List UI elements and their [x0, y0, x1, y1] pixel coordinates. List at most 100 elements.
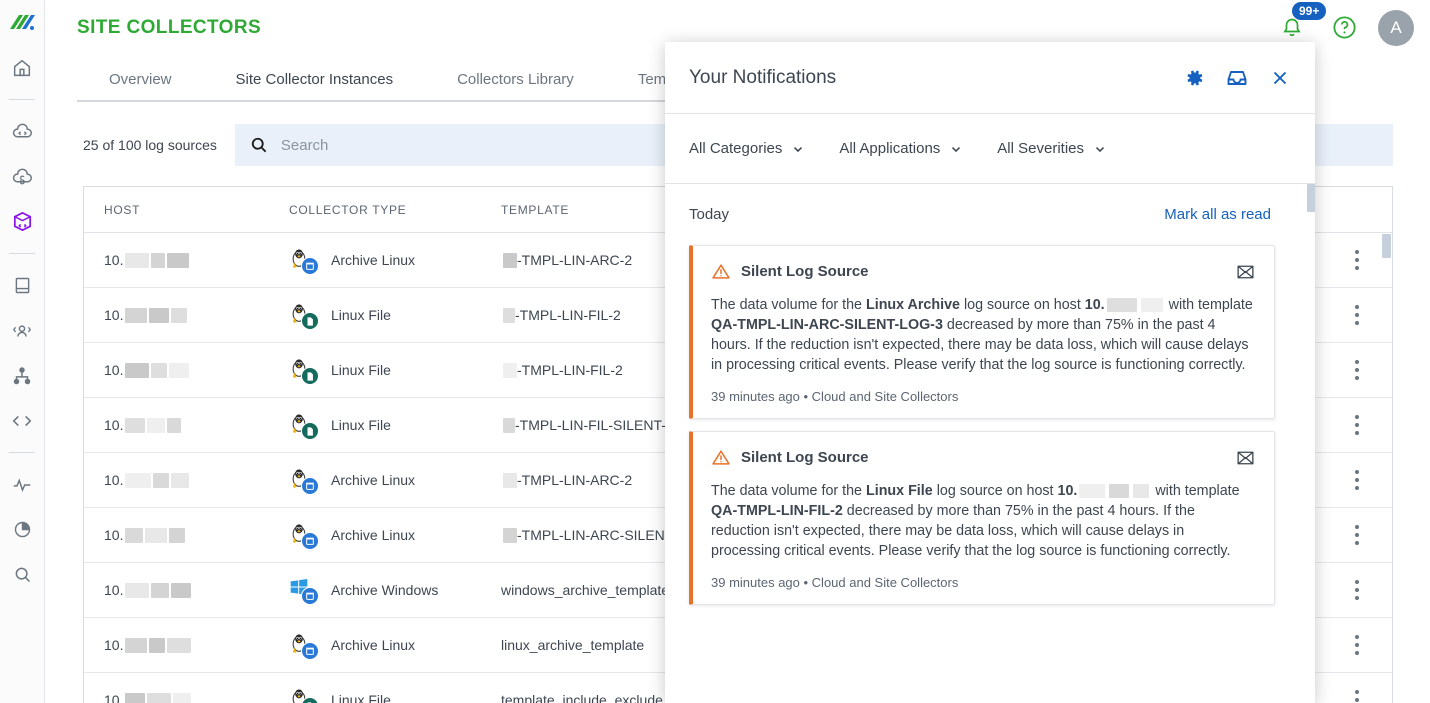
notification-card[interactable]: Silent Log Source The data volume for the… [689, 431, 1275, 605]
redacted-block [503, 253, 517, 269]
kebab-menu-icon[interactable] [1355, 305, 1359, 325]
template-label: -TMPL-LIN-FIL-2 [517, 361, 623, 378]
sidebar-item-activity[interactable] [0, 462, 45, 507]
sidebar-item-search[interactable] [0, 552, 45, 597]
cell-collector-type: Archive Windows [289, 577, 501, 605]
filter-applications-label: All Applications [839, 140, 941, 157]
host-prefix: 10. [104, 362, 124, 378]
notification-meta: 39 minutes ago • Cloud and Site Collecto… [711, 575, 959, 590]
redacted-block [151, 362, 168, 378]
sidebar-item-developer[interactable] [0, 398, 45, 443]
sidebar-item-reports[interactable] [0, 507, 45, 552]
chevron-down-icon [791, 142, 805, 156]
notifications-scrollbar-thumb[interactable] [1307, 184, 1315, 212]
redacted-block [125, 472, 152, 488]
redacted-block [503, 473, 517, 489]
host-prefix: 10. [104, 252, 124, 268]
sidebar-item-cloud-collectors[interactable] [0, 109, 45, 154]
collector-os-icon [289, 522, 319, 550]
kebab-menu-icon[interactable] [1355, 250, 1359, 270]
collector-os-icon [289, 467, 319, 495]
collector-type-label: Linux File [331, 307, 391, 323]
sidebar-item-hierarchy[interactable] [0, 353, 45, 398]
table-scrollbar[interactable] [1382, 234, 1391, 258]
sidebar-item-library[interactable] [0, 263, 45, 308]
tab-site-collector-instances[interactable]: Site Collector Instances [203, 63, 426, 102]
envelope-icon[interactable] [1235, 449, 1256, 467]
cell-collector-type: Archive Linux [289, 632, 501, 660]
kebab-menu-icon[interactable] [1355, 360, 1359, 380]
sidebar-item-home[interactable] [0, 45, 45, 90]
notifications-list: Today Mark all as read Silent Log Source… [665, 184, 1315, 703]
redacted-block [503, 528, 517, 544]
cell-collector-type: Archive Linux [289, 522, 501, 550]
inbox-icon[interactable] [1225, 66, 1249, 90]
collector-os-icon [289, 412, 319, 440]
notifications-panel: Your Notifications All Categories All Ap… [665, 42, 1315, 703]
kebab-menu-icon[interactable] [1355, 635, 1359, 655]
collector-type-label: Archive Linux [331, 252, 416, 268]
cell-host: 10. [84, 527, 289, 543]
filter-applications[interactable]: All Applications [839, 140, 963, 157]
filter-severities[interactable]: All Severities [997, 140, 1107, 157]
redacted-block [503, 418, 515, 434]
redacted-block [125, 637, 148, 653]
collector-type-label: Linux File [331, 362, 391, 378]
cell-host: 10. [84, 582, 289, 598]
cell-actions [1322, 305, 1392, 325]
sidebar-item-site-collectors[interactable] [0, 199, 45, 244]
kebab-menu-icon[interactable] [1355, 690, 1359, 703]
collector-os-icon [289, 247, 319, 275]
host-prefix: 10. [104, 637, 124, 653]
redacted-block [149, 637, 166, 653]
redacted-block [125, 362, 150, 378]
kebab-menu-icon[interactable] [1355, 470, 1359, 490]
kebab-menu-icon[interactable] [1355, 525, 1359, 545]
kebab-menu-icon[interactable] [1355, 415, 1359, 435]
notification-card[interactable]: Silent Log Source The data volume for the… [689, 245, 1275, 419]
search-placeholder: Search [280, 136, 329, 154]
tab-overview[interactable]: Overview [77, 63, 204, 102]
collector-kind-badge-icon [301, 697, 319, 703]
group-label-today: Today [689, 206, 730, 223]
redacted-block [145, 527, 168, 543]
notification-title: Silent Log Source [741, 263, 869, 280]
redacted-block [125, 527, 144, 543]
notification-count-badge: 99+ [1292, 2, 1327, 20]
cell-collector-type: Linux File [289, 687, 501, 703]
cell-host: 10. [84, 417, 289, 433]
notifications-scrollbar[interactable] [1307, 184, 1315, 703]
column-header-collector-type[interactable]: COLLECTOR TYPE [289, 203, 501, 217]
redacted-block [169, 362, 190, 378]
redacted-block [503, 363, 517, 379]
cell-actions [1322, 525, 1392, 545]
chevron-down-icon [949, 142, 963, 156]
cell-actions [1322, 415, 1392, 435]
kebab-menu-icon[interactable] [1355, 580, 1359, 600]
app-logo[interactable] [0, 0, 45, 45]
page-title: SITE COLLECTORS [77, 17, 262, 38]
gear-icon[interactable] [1183, 67, 1205, 89]
column-header-host[interactable]: HOST [84, 203, 289, 217]
tab-collectors-library[interactable]: Collectors Library [425, 63, 606, 102]
warning-triangle-icon [711, 262, 731, 281]
mark-all-as-read-link[interactable]: Mark all as read [1164, 206, 1271, 223]
cell-collector-type: Linux File [289, 357, 501, 385]
redacted-block [125, 417, 146, 433]
filter-categories[interactable]: All Categories [689, 140, 805, 157]
redacted-block [1079, 484, 1106, 499]
redacted-block [1109, 484, 1130, 499]
host-prefix: 10. [104, 472, 124, 488]
log-source-count: 25 of 100 log sources [83, 137, 217, 153]
sidebar-item-cloud-s[interactable] [0, 154, 45, 199]
sidebar-item-users[interactable] [0, 308, 45, 353]
cell-actions [1322, 690, 1392, 703]
cell-actions [1322, 470, 1392, 490]
filter-categories-label: All Categories [689, 140, 783, 157]
close-icon[interactable] [1269, 67, 1291, 89]
avatar[interactable]: A [1378, 9, 1414, 46]
redacted-block [1133, 484, 1150, 499]
envelope-icon[interactable] [1235, 263, 1256, 281]
collector-os-icon [289, 687, 319, 703]
chevron-down-icon [1093, 142, 1107, 156]
